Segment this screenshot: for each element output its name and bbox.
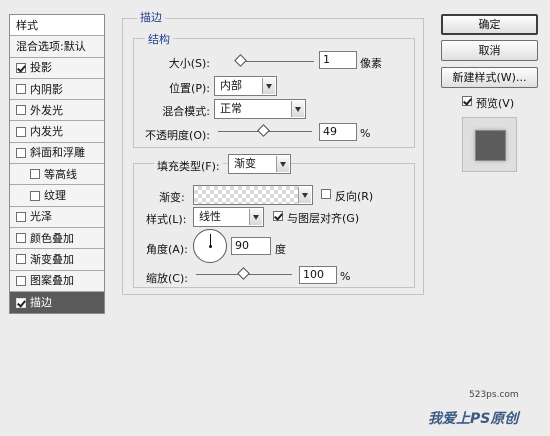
watermark-site: 523ps.com <box>469 390 519 400</box>
chevron-down-icon <box>298 187 311 203</box>
style-item-label: 图案叠加 <box>30 274 74 288</box>
style-item[interactable]: 内阴影 <box>10 79 104 101</box>
cancel-button[interactable]: 取消 <box>441 40 538 61</box>
style-item-checkbox[interactable] <box>16 105 26 116</box>
style-item-checkbox[interactable] <box>16 233 26 244</box>
chevron-down-icon <box>276 156 289 172</box>
style-item-label: 等高线 <box>44 167 77 181</box>
style-item-label: 外发光 <box>30 103 63 117</box>
style-item[interactable]: 颜色叠加 <box>10 228 104 250</box>
style-item[interactable]: 光泽 <box>10 207 104 228</box>
chevron-down-icon <box>291 101 304 117</box>
blend-mode-select[interactable]: 正常 <box>214 99 306 119</box>
chevron-down-icon <box>249 209 262 225</box>
position-select[interactable]: 内部 <box>214 76 277 96</box>
angle-dial[interactable] <box>193 229 227 263</box>
gradient-picker[interactable] <box>193 185 311 205</box>
style-item-label: 混合选项:默认 <box>16 39 86 53</box>
size-unit: 像素 <box>360 57 382 70</box>
align-with-layer-checkbox[interactable] <box>273 211 283 221</box>
ok-button[interactable]: 确定 <box>441 14 538 35</box>
style-item[interactable]: 斜面和浮雕 <box>10 143 104 165</box>
style-item-label: 内阴影 <box>30 82 63 96</box>
opacity-unit: % <box>360 127 371 140</box>
angle-label: 角度(A): <box>146 243 188 256</box>
style-select[interactable]: 线性 <box>193 207 264 227</box>
style-item-checkbox[interactable] <box>30 169 40 180</box>
style-item-label: 纹理 <box>44 189 66 203</box>
fill-type-label: 填充类型(F): <box>154 158 223 174</box>
style-item-checkbox[interactable] <box>16 254 26 265</box>
reverse-label: 反向(R) <box>335 190 374 203</box>
style-item[interactable]: 描边 <box>10 291 104 314</box>
angle-unit: 度 <box>275 243 286 256</box>
angle-dial-center <box>209 245 212 248</box>
scale-label: 缩放(C): <box>146 272 188 285</box>
style-preview-sample <box>475 130 506 161</box>
style-item-checkbox[interactable] <box>16 211 26 222</box>
angle-input[interactable]: 90 <box>231 237 271 255</box>
preview-checkbox[interactable] <box>462 96 472 106</box>
style-item-checkbox[interactable] <box>16 84 26 95</box>
style-item-label: 斜面和浮雕 <box>30 146 85 160</box>
preview-label: 预览(V) <box>476 97 515 110</box>
align-with-layer-label: 与图层对齐(G) <box>287 212 360 225</box>
fill-type-value: 渐变 <box>234 157 256 170</box>
style-item-checkbox[interactable] <box>16 275 26 286</box>
styles-list: 样式 混合选项:默认投影内阴影外发光内发光斜面和浮雕等高线纹理光泽颜色叠加渐变叠… <box>9 14 105 315</box>
style-value: 线性 <box>199 210 221 223</box>
chevron-down-icon <box>262 78 275 94</box>
opacity-input[interactable]: 49 <box>319 123 357 141</box>
blend-mode-label: 混合模式: <box>162 105 210 118</box>
style-item-label: 渐变叠加 <box>30 252 74 266</box>
gradient-dropdown[interactable] <box>298 185 313 205</box>
style-item[interactable]: 外发光 <box>10 100 104 122</box>
watermark-brand: 我爱上PS原创 <box>428 411 519 427</box>
opacity-label: 不透明度(O): <box>145 129 210 142</box>
fill-type-select[interactable]: 渐变 <box>228 154 291 174</box>
position-label: 位置(P): <box>169 82 210 95</box>
style-item-checkbox[interactable] <box>16 147 26 158</box>
size-input[interactable]: 1 <box>319 51 357 69</box>
reverse-checkbox[interactable] <box>321 189 331 199</box>
stroke-group-title: 描边 <box>137 9 165 25</box>
position-value: 内部 <box>220 79 242 92</box>
style-item-label: 颜色叠加 <box>30 231 74 245</box>
style-item[interactable]: 渐变叠加 <box>10 249 104 271</box>
structure-group-title: 结构 <box>145 31 173 47</box>
style-item[interactable]: 纹理 <box>10 185 104 207</box>
gradient-label: 渐变: <box>159 191 185 204</box>
size-slider[interactable] <box>240 61 314 62</box>
style-item-checkbox[interactable] <box>16 297 26 308</box>
styles-list-title: 样式 <box>10 15 104 37</box>
style-item-label: 描边 <box>30 296 52 309</box>
style-item[interactable]: 混合选项:默认 <box>10 36 104 58</box>
style-preview-swatch <box>462 117 517 172</box>
style-item-checkbox[interactable] <box>16 62 26 73</box>
style-item-label: 内发光 <box>30 125 63 139</box>
style-item[interactable]: 内发光 <box>10 121 104 143</box>
style-item-label: 投影 <box>30 61 52 75</box>
scale-input[interactable]: 100 <box>299 266 337 284</box>
style-item-label: 光泽 <box>30 210 52 224</box>
style-item[interactable]: 图案叠加 <box>10 271 104 292</box>
scale-unit: % <box>340 270 351 283</box>
style-item-checkbox[interactable] <box>16 126 26 137</box>
style-item-checkbox[interactable] <box>30 190 40 201</box>
blend-mode-value: 正常 <box>220 102 242 115</box>
style-item[interactable]: 投影 <box>10 58 104 79</box>
style-item[interactable]: 等高线 <box>10 164 104 186</box>
style-label: 样式(L): <box>146 213 187 226</box>
size-label: 大小(S): <box>168 57 210 70</box>
new-style-button[interactable]: 新建样式(W)... <box>441 67 538 88</box>
